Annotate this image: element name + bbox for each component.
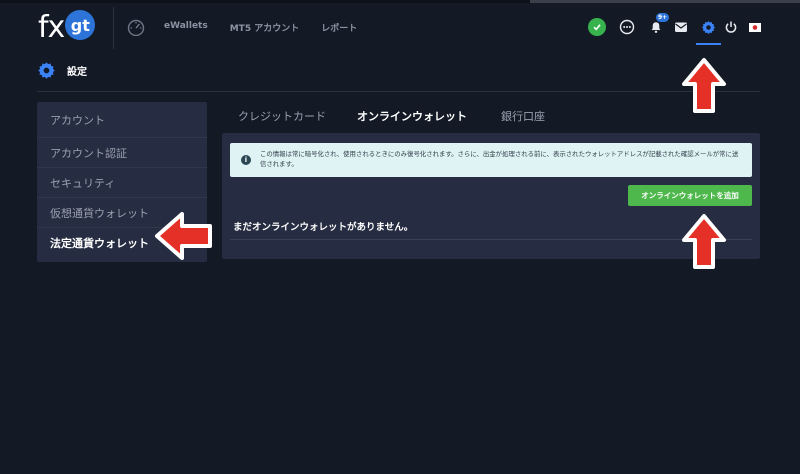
bell-icon[interactable]: 9+ — [646, 13, 670, 37]
gear-icon[interactable] — [698, 17, 718, 37]
header-divider — [113, 7, 114, 49]
wallet-tabs: クレジットカード オンラインウォレット 銀行口座 — [222, 108, 545, 128]
settings-gear-icon — [38, 61, 55, 79]
main-nav: eWallets MT5 アカウント レポート — [164, 21, 357, 34]
title-divider — [37, 91, 760, 92]
sidebar-item-account[interactable]: アカウント — [37, 102, 207, 138]
tab-online-wallet[interactable]: オンラインウォレット — [357, 108, 467, 128]
verified-check-icon[interactable] — [587, 17, 607, 37]
page-header: 設定 — [37, 60, 87, 80]
inbox-icon[interactable] — [671, 17, 691, 37]
annotation-arrow-up-icon — [682, 214, 726, 269]
sidebar-item-account-verification[interactable]: アカウント認証 — [37, 138, 207, 168]
chat-icon[interactable] — [617, 17, 637, 37]
logo-gt-badge: gt — [65, 10, 96, 40]
power-icon[interactable] — [721, 17, 741, 37]
info-icon: i — [241, 155, 251, 165]
add-online-wallet-button[interactable]: オンラインウォレットを追加 — [628, 185, 752, 206]
info-alert-text: この情報は常に暗号化され、使用されるときにのみ復号化されます。さらに、出金が処理… — [260, 150, 739, 168]
top-header: fx gt eWallets MT5 アカウント レポート 9+ — [0, 3, 800, 53]
logo-fx-text: fx — [38, 9, 65, 45]
nav-mt5-account[interactable]: MT5 アカウント — [230, 21, 300, 34]
nav-reports[interactable]: レポート — [321, 21, 357, 34]
annotation-arrow-up-icon — [682, 58, 726, 113]
nav-ewallets[interactable]: eWallets — [164, 21, 208, 34]
info-alert: i この情報は常に暗号化され、使用されるときにのみ復号化されます。さらに、出金が… — [230, 143, 752, 177]
fxgt-logo[interactable]: fx gt — [38, 9, 96, 45]
page-title: 設定 — [67, 66, 87, 78]
tab-bank-account[interactable]: 銀行口座 — [501, 108, 545, 128]
active-gear-indicator — [696, 43, 721, 45]
notification-badge: 9+ — [656, 13, 670, 22]
empty-state-message: まだオンラインウォレットがありません。 — [233, 222, 414, 233]
annotation-arrow-left-icon — [155, 212, 212, 260]
tab-credit-card[interactable]: クレジットカード — [238, 108, 326, 128]
japan-flag-icon[interactable] — [745, 17, 765, 37]
empty-state-divider — [230, 239, 752, 240]
sidebar-item-security[interactable]: セキュリティ — [37, 168, 207, 198]
dashboard-icon[interactable] — [127, 18, 145, 36]
